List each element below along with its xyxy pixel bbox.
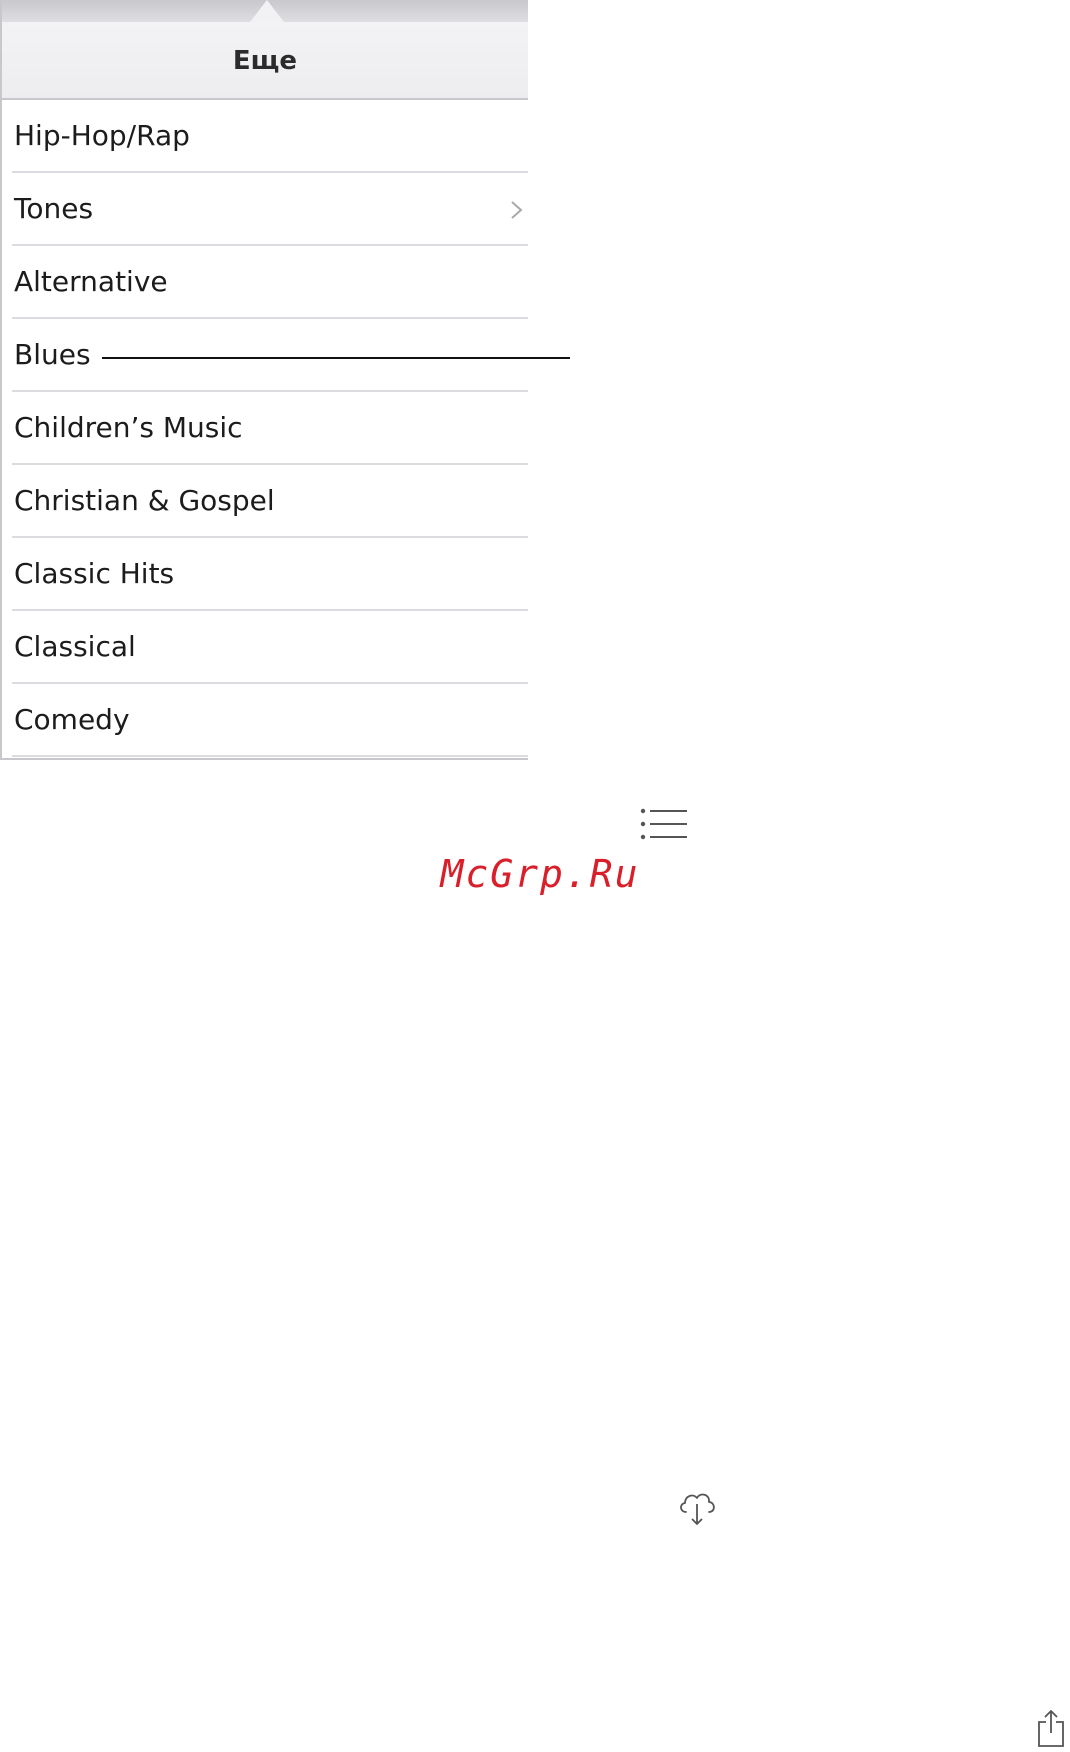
genre-item-alternative[interactable]: Alternative — [12, 246, 528, 319]
genre-item-label: Hip-Hop/Rap — [14, 119, 190, 152]
genre-item-comedy[interactable]: Comedy — [12, 684, 528, 757]
genre-item-classic-hits[interactable]: Classic Hits — [12, 538, 528, 611]
genre-item-blues[interactable]: Blues — [12, 319, 528, 392]
genre-item-label: Blues — [14, 338, 91, 371]
callout-line — [102, 357, 570, 359]
genres-popover: Еще Hip-Hop/Rap Tones Alternative Blues … — [0, 0, 528, 760]
genre-item-label: Classic Hits — [14, 557, 175, 590]
genre-item-label: Alternative — [14, 265, 168, 298]
genre-item-childrens-music[interactable]: Children’s Music — [12, 392, 528, 465]
genre-item-label: Tones — [14, 192, 94, 225]
genre-item-tones[interactable]: Tones — [12, 173, 528, 246]
popover-title: Еще — [232, 46, 298, 76]
genre-item-label: Classical — [14, 630, 136, 663]
genre-item-hip-hop-rap[interactable]: Hip-Hop/Rap — [12, 100, 528, 173]
share-icon — [1038, 1710, 1064, 1747]
genre-item-label: Christian & Gospel — [14, 484, 275, 517]
list-icon — [640, 808, 687, 840]
popover-arrow — [250, 0, 284, 22]
genre-list: Hip-Hop/Rap Tones Alternative Blues Chil… — [2, 100, 528, 757]
genre-item-label: Children’s Music — [14, 411, 243, 444]
chevron-right-icon — [511, 201, 523, 219]
cloud-download-icon — [680, 1493, 715, 1525]
genre-item-christian-gospel[interactable]: Christian & Gospel — [12, 465, 528, 538]
genre-item-classical[interactable]: Classical — [12, 611, 528, 684]
watermark-logo: McGrp.Ru — [440, 852, 640, 896]
popover-nav-bar: Еще — [2, 22, 528, 100]
genre-item-label: Comedy — [14, 703, 130, 736]
